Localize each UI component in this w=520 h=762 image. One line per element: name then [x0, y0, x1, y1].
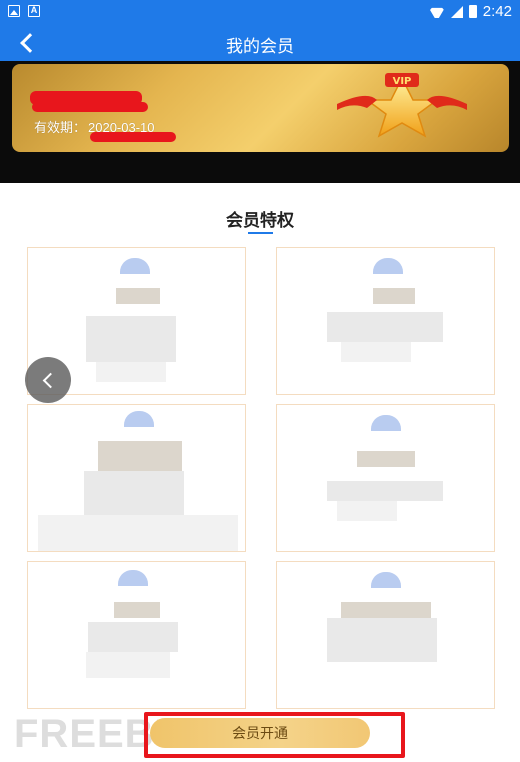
blurred-content [88, 622, 178, 652]
blurred-icon [371, 572, 401, 588]
redaction-mark [90, 132, 176, 142]
blurred-content [327, 312, 443, 342]
wifi-icon [429, 6, 445, 18]
blurred-icon [120, 258, 150, 274]
floating-back-button[interactable] [25, 357, 71, 403]
privilege-card[interactable] [276, 404, 495, 552]
privilege-card[interactable] [276, 247, 495, 395]
blurred-content [98, 441, 182, 471]
section-title: 会员特权 [226, 211, 294, 230]
highlight-annotation [144, 712, 405, 758]
blurred-icon [118, 570, 148, 586]
status-bar: A 2:42 [0, 0, 520, 24]
blurred-content [357, 451, 415, 467]
chevron-left-icon [42, 372, 58, 388]
blurred-icon [124, 411, 154, 427]
blurred-content [341, 342, 411, 362]
signal-icon [450, 5, 463, 18]
blurred-content [96, 362, 166, 382]
blurred-icon [371, 415, 401, 431]
blurred-content [86, 316, 176, 362]
privilege-card[interactable] [276, 561, 495, 709]
privilege-card[interactable] [27, 404, 246, 552]
privilege-card[interactable] [27, 561, 246, 709]
title-underline [248, 232, 273, 234]
blurred-content [327, 481, 443, 501]
blurred-content [86, 652, 170, 678]
blurred-content [341, 602, 431, 618]
blurred-content [373, 288, 415, 304]
vip-badge-text: VIP [393, 76, 412, 87]
blurred-content [116, 288, 160, 304]
blurred-content [327, 618, 437, 662]
status-time: 2:42 [482, 3, 512, 20]
vip-card-area: 有效期： 2020-03-10 VIP [0, 61, 520, 183]
blurred-content [38, 515, 238, 551]
app-bar: 我的会员 [0, 24, 520, 61]
vip-star-icon: VIP [337, 73, 467, 138]
blurred-content [114, 602, 160, 618]
battery-icon [468, 5, 477, 18]
blurred-content [337, 501, 397, 521]
image-notification-icon [8, 5, 20, 17]
page-title: 我的会员 [226, 37, 294, 56]
blurred-icon [373, 258, 403, 274]
expiry-label: 有效期： [34, 120, 87, 135]
app-notification-icon: A [28, 5, 40, 17]
redaction-mark [32, 102, 148, 112]
blurred-content [84, 471, 184, 515]
vip-card: 有效期： 2020-03-10 VIP [12, 64, 509, 152]
